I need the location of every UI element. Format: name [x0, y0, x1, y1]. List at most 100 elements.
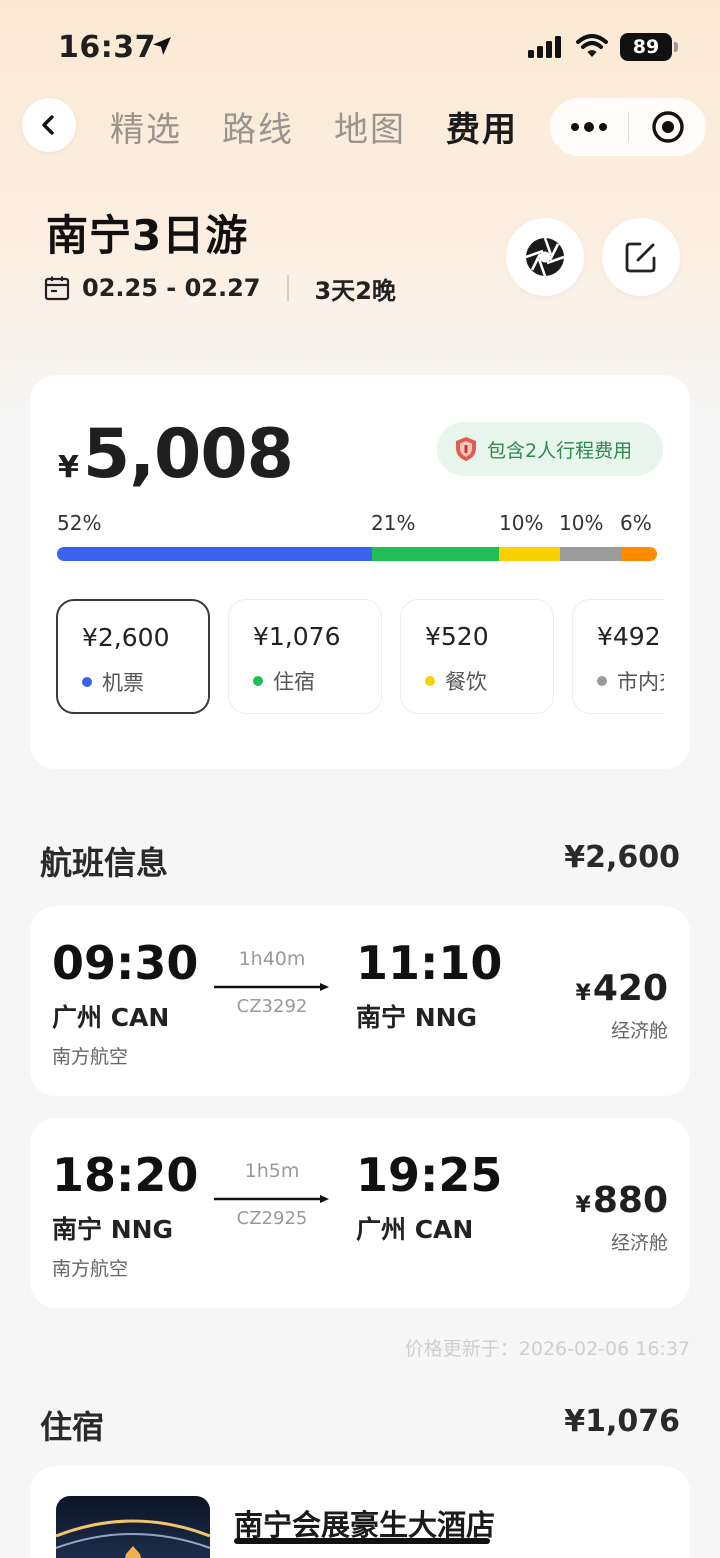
tab-picks[interactable]: 精选	[110, 102, 182, 151]
dot-icon	[597, 676, 607, 686]
target-icon	[651, 111, 684, 143]
more-dots-icon	[571, 122, 607, 132]
trip-duration: 3天2晚	[314, 276, 396, 305]
status-time: 16:37	[58, 30, 156, 65]
edit-icon	[625, 242, 656, 273]
arrival-city: 广州 CAN	[356, 1215, 474, 1244]
price-currency: ¥	[575, 981, 591, 1006]
cabin-class: 经济舱	[610, 1020, 668, 1042]
flight-price: ¥ 880	[576, 1180, 668, 1221]
category-chip-food[interactable]: ¥520 餐饮	[400, 599, 554, 714]
cellular-signal-icon	[528, 36, 564, 62]
departure-time: 18:20	[52, 1148, 199, 1202]
cost-bar-segment	[372, 547, 500, 561]
chip-label-row: 机票	[82, 667, 144, 697]
cost-bar-segment	[620, 547, 657, 561]
chip-label: 餐饮	[445, 670, 487, 694]
hotel-section-total: ¥1,076	[564, 1404, 680, 1439]
category-chips: ¥2,600 机票 ¥1,076 住宿 ¥520 餐饮 ¥492 市内交	[56, 599, 664, 715]
wifi-icon	[576, 34, 608, 62]
tab-route[interactable]: 路线	[222, 102, 294, 151]
aperture-icon	[525, 237, 565, 277]
price-value: 880	[592, 1180, 668, 1221]
chip-label-row: 市内交	[597, 666, 664, 696]
includes-badge: 包含2人行程费用	[437, 422, 663, 476]
back-button[interactable]	[22, 98, 76, 152]
battery-tip	[674, 42, 678, 52]
flight-price: ¥ 420	[576, 968, 668, 1009]
pct-label-food: 10%	[499, 511, 544, 535]
arrow-right-icon	[214, 983, 329, 991]
cost-summary-card: ¥ 5,008 包含2人行程费用 52% 21% 10% 10% 6% ¥2,6…	[30, 375, 690, 769]
more-button[interactable]	[550, 98, 628, 156]
total-cost: ¥ 5,008	[58, 415, 294, 494]
price-updated-time: 价格更新于：2026-02-06 16:37	[404, 1338, 690, 1360]
category-chip-flights[interactable]: ¥2,600 机票	[56, 599, 210, 714]
chevron-left-icon	[42, 115, 54, 135]
cost-bar-segment	[560, 547, 621, 561]
flight-duration: 1h5m	[244, 1160, 300, 1182]
arrival-city: 南宁 NNG	[356, 1003, 478, 1032]
cost-bar-segment	[57, 547, 373, 561]
hotel-name-underline	[234, 1538, 490, 1544]
aperture-button[interactable]	[506, 218, 584, 296]
chip-value: ¥1,076	[253, 622, 341, 651]
chip-label: 机票	[102, 671, 144, 695]
cost-breakdown-bar	[57, 547, 657, 561]
chip-value: ¥2,600	[82, 623, 170, 652]
trip-title: 南宁3日游	[46, 211, 249, 260]
category-chip-hotel[interactable]: ¥1,076 住宿	[228, 599, 382, 714]
pct-label-transport: 10%	[559, 511, 604, 535]
total-amount: 5,008	[82, 415, 294, 494]
flight-number: CZ2925	[236, 1208, 308, 1229]
total-currency: ¥	[58, 450, 79, 485]
location-arrow-icon	[150, 34, 174, 62]
dates-divider	[286, 275, 289, 301]
category-chip-transport[interactable]: ¥492 市内交	[572, 599, 664, 714]
dot-icon	[253, 676, 263, 686]
hotel-photo	[56, 1496, 210, 1558]
tab-map[interactable]: 地图	[334, 102, 406, 151]
pct-label-flights: 52%	[57, 511, 102, 535]
departure-city: 广州 CAN	[52, 1003, 170, 1032]
flight-card-outbound[interactable]: 09:30 广州 CAN 南方航空 1h40m CZ3292 11:10 南宁 …	[30, 906, 690, 1096]
cost-bar-segment	[499, 547, 560, 561]
trip-dates-row: 02.25 - 02.27 3天2晚	[44, 270, 396, 306]
dot-icon	[425, 676, 435, 686]
dot-icon	[82, 677, 92, 687]
flight-number: CZ3292	[236, 996, 308, 1017]
chip-label-row: 住宿	[253, 666, 315, 696]
departure-time: 09:30	[52, 936, 199, 990]
calendar-icon	[44, 276, 70, 301]
shield-icon	[456, 437, 476, 461]
status-bar: 16:37 89	[0, 0, 720, 90]
cabin-class: 经济舱	[610, 1232, 668, 1254]
price-currency: ¥	[575, 1193, 591, 1218]
flights-section-total: ¥2,600	[564, 840, 680, 875]
chip-label: 住宿	[273, 670, 315, 694]
chip-label-row: 餐饮	[425, 666, 487, 696]
pct-label-hotel: 21%	[371, 511, 416, 535]
arrival-time: 19:25	[356, 1148, 503, 1202]
battery-icon: 89	[620, 33, 672, 61]
hotel-section-title: 住宿	[40, 1408, 105, 1446]
hotel-card[interactable]: 南宁会展豪生大酒店	[30, 1466, 690, 1558]
airline-name: 南方航空	[52, 1258, 129, 1280]
price-value: 420	[592, 968, 668, 1009]
close-miniprogram-button[interactable]	[629, 98, 706, 156]
flight-card-return[interactable]: 18:20 南宁 NNG 南方航空 1h5m CZ2925 19:25 广州 C…	[30, 1118, 690, 1308]
trip-dates: 02.25 - 02.27	[82, 274, 261, 302]
edit-button[interactable]	[602, 218, 680, 296]
chip-value: ¥520	[425, 622, 489, 651]
includes-text: 包含2人行程费用	[487, 439, 633, 462]
pct-label-other: 6%	[620, 511, 652, 535]
arrow-right-icon	[214, 1195, 329, 1203]
chip-label: 市内交	[617, 670, 664, 694]
chip-value: ¥492	[597, 622, 661, 651]
miniprogram-capsule	[550, 98, 706, 156]
tab-cost[interactable]: 费用	[446, 102, 518, 151]
flight-duration: 1h40m	[238, 948, 306, 970]
airline-name: 南方航空	[52, 1046, 129, 1068]
arrival-time: 11:10	[356, 936, 503, 990]
top-tabs: 精选 路线 地图 费用	[110, 98, 558, 154]
